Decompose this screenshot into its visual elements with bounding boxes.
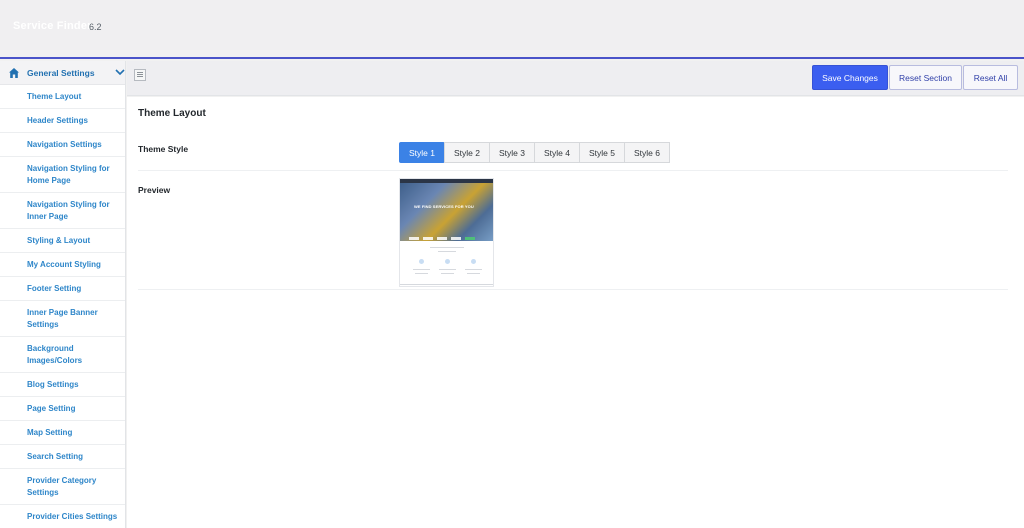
row-divider xyxy=(138,289,1008,290)
preview-search-field xyxy=(437,237,447,240)
sidebar-item-label: Navigation Settings xyxy=(27,139,102,149)
brand-name: Service Finder xyxy=(13,20,92,32)
sidebar-item-search-setting[interactable]: Search Setting xyxy=(0,445,125,469)
preview-text-line xyxy=(441,273,454,274)
sidebar-item-page-setting[interactable]: Page Setting xyxy=(0,397,125,421)
preview-hero-text: WE FIND SERVICES FOR YOU xyxy=(414,204,474,209)
sidebar-item-provider-cities-settings[interactable]: Provider Cities Settings xyxy=(0,505,125,528)
preview-search-field xyxy=(409,237,419,240)
sidebar-item-label: Header Settings xyxy=(27,115,88,125)
sidebar-item-label: Search Setting xyxy=(27,451,84,461)
list-view-icon[interactable] xyxy=(134,69,146,81)
style-2-button[interactable]: Style 2 xyxy=(444,142,490,163)
preview-search-field xyxy=(451,237,461,240)
sidebar-item-label: Navigation Styling for Inner Page xyxy=(27,199,110,221)
preview-hero xyxy=(400,183,493,241)
sidebar-item-background-images-colors[interactable]: Background Images/Colors xyxy=(0,337,125,373)
sidebar-item-label: Page Setting xyxy=(27,403,76,413)
sidebar-item-my-account-styling[interactable]: My Account Styling xyxy=(0,253,125,277)
sidebar-item-provider-category-settings[interactable]: Provider Category Settings xyxy=(0,469,125,505)
sidebar-item-label: Blog Settings xyxy=(27,379,79,389)
sidebar-item-navigation-settings[interactable]: Navigation Settings xyxy=(0,133,125,157)
top-header: Service Finder 6.2 xyxy=(0,0,1024,59)
style-1-button[interactable]: Style 1 xyxy=(399,142,445,163)
preview-text-line xyxy=(465,269,482,270)
preview-search-button xyxy=(465,237,475,240)
row-divider xyxy=(138,170,1008,171)
preview-subheading-line xyxy=(438,251,456,252)
theme-style-label: Theme Style xyxy=(138,144,189,154)
save-changes-button[interactable]: Save Changes xyxy=(812,65,888,90)
sidebar-item-map-setting[interactable]: Map Setting xyxy=(0,421,125,445)
theme-preview-image: WE FIND SERVICES FOR YOU xyxy=(399,178,494,287)
sidebar-item-inner-page-banner-settings[interactable]: Inner Page Banner Settings xyxy=(0,301,125,337)
reset-all-button[interactable]: Reset All xyxy=(963,65,1018,90)
section-title: Theme Layout xyxy=(138,108,206,119)
sidebar-item-label: Footer Setting xyxy=(27,283,82,293)
sidebar-item-label: Theme Layout xyxy=(27,91,82,101)
sidebar-item-blog-settings[interactable]: Blog Settings xyxy=(0,373,125,397)
sidebar-item-navigation-styling-for-inner-page[interactable]: Navigation Styling for Inner Page xyxy=(0,193,125,229)
chevron-down-icon[interactable] xyxy=(115,68,125,76)
sidebar-item-label: Navigation Styling for Home Page xyxy=(27,163,110,185)
sidebar-item-label: Provider Cities Settings xyxy=(27,511,118,521)
sidebar-item-label: Provider Category Settings xyxy=(27,475,97,497)
theme-style-selector: Style 1 Style 2 Style 3 Style 4 Style 5 Style… xyxy=(399,142,670,163)
sidebar-item-styling-layout[interactable]: Styling & Layout xyxy=(0,229,125,253)
sidebar-item-label: Styling & Layout xyxy=(27,235,91,245)
style-4-button[interactable]: Style 4 xyxy=(534,142,580,163)
sidebar-item-theme-layout[interactable]: Theme Layout xyxy=(0,85,125,109)
preview-heading-line xyxy=(430,247,464,248)
preview-text-line xyxy=(439,269,456,270)
preview-feature-icon xyxy=(419,259,424,264)
sidebar-item-footer-setting[interactable]: Footer Setting xyxy=(0,277,125,301)
style-3-button[interactable]: Style 3 xyxy=(489,142,535,163)
sidebar-section-title: General Settings xyxy=(27,68,95,78)
preview-text-line xyxy=(467,273,480,274)
options-toolbar: Save Changes Reset Section Reset All xyxy=(127,61,1024,96)
sidebar-section-general-settings[interactable]: General Settings xyxy=(0,61,125,85)
preview-text-line xyxy=(415,273,428,274)
version-number: 6.2 xyxy=(89,22,102,32)
preview-feature-icon xyxy=(471,259,476,264)
sidebar-item-header-settings[interactable]: Header Settings xyxy=(0,109,125,133)
home-icon xyxy=(9,68,19,78)
style-6-button[interactable]: Style 6 xyxy=(624,142,670,163)
settings-panel: Theme Layout Theme Style Style 1 Style 2S… xyxy=(127,97,1024,528)
reset-section-button[interactable]: Reset Section xyxy=(889,65,962,90)
sidebar-item-label: Background Images/Colors xyxy=(27,343,83,365)
preview-text-line xyxy=(413,269,430,270)
preview-feature-icon xyxy=(445,259,450,264)
preview-footer-line xyxy=(400,284,493,285)
preview-label: Preview xyxy=(138,185,171,195)
sidebar-item-label: My Account Styling xyxy=(27,259,101,269)
sidebar-item-navigation-styling-for-home-page[interactable]: Navigation Styling for Home Page xyxy=(0,157,125,193)
settings-sidebar: General Settings Theme Layout Header Sett… xyxy=(0,61,126,528)
preview-search-field xyxy=(423,237,433,240)
style-5-button[interactable]: Style 5 xyxy=(579,142,625,163)
sidebar-item-label: Map Setting xyxy=(27,427,73,437)
sidebar-item-label: Inner Page Banner Settings xyxy=(27,307,98,329)
